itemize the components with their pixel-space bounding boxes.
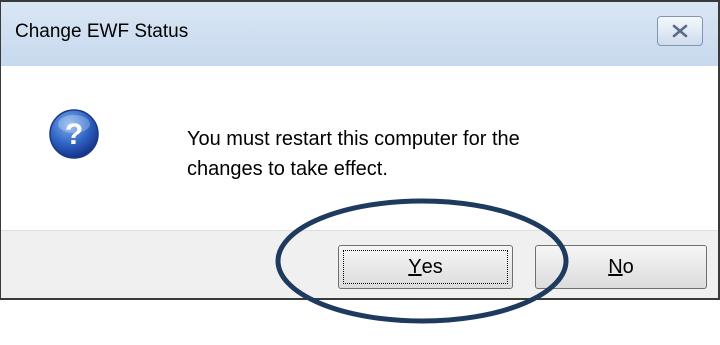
svg-text:?: ? bbox=[65, 118, 83, 151]
question-icon: ? bbox=[49, 109, 99, 159]
button-bar: Yes No bbox=[1, 230, 718, 298]
change-ewf-status-dialog: Change EWF Status ? You must restart thi… bbox=[0, 0, 720, 300]
no-button[interactable]: No bbox=[535, 245, 707, 289]
focus-rectangle bbox=[343, 250, 508, 284]
message-line-2: changes to take effect. bbox=[187, 158, 388, 180]
dialog-content: ? You must restart this computer for the… bbox=[1, 66, 718, 230]
no-label-rest: o bbox=[622, 255, 634, 278]
message-line-1: You must restart this computer for the bbox=[187, 128, 520, 150]
close-button[interactable] bbox=[657, 16, 703, 46]
dialog-title: Change EWF Status bbox=[15, 21, 189, 42]
dialog-message: You must restart this computer for the c… bbox=[187, 124, 617, 184]
close-icon bbox=[672, 24, 688, 38]
no-mnemonic: N bbox=[608, 255, 623, 278]
yes-button[interactable]: Yes bbox=[338, 245, 513, 289]
title-bar: Change EWF Status bbox=[1, 2, 718, 67]
